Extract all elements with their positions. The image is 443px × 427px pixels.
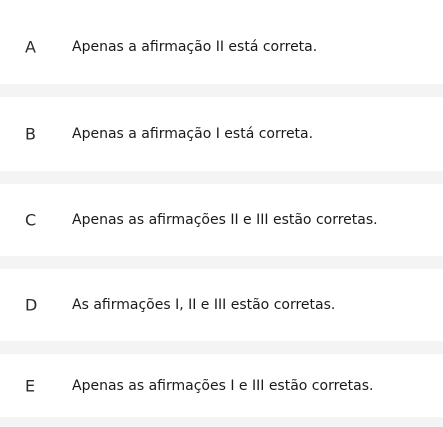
option-divider [0,84,443,97]
option-letter: D [25,295,38,315]
option-e[interactable]: E Apenas as afirmações I e III estão cor… [0,354,443,417]
option-text: Apenas as afirmações I e III estão corre… [72,377,374,394]
option-divider [0,256,443,269]
answer-options: A Apenas a afirmação II está correta. B … [0,0,443,427]
option-letter: A [25,37,36,57]
option-letter: C [25,210,37,230]
option-b[interactable]: B Apenas a afirmação I está correta. [0,97,443,171]
option-letter: E [25,376,36,395]
option-text: Apenas a afirmação II está correta. [72,39,318,55]
option-divider [0,341,443,354]
option-divider [0,417,443,427]
option-letter: B [25,124,36,144]
option-text: Apenas a afirmação I está correta. [72,126,314,142]
option-a[interactable]: A Apenas a afirmação II está correta. [0,10,443,84]
option-divider [0,171,443,184]
option-text: Apenas as afirmações II e III estão corr… [72,212,378,228]
option-c[interactable]: C Apenas as afirmações II e III estão co… [0,184,443,256]
option-d[interactable]: D As afirmações I, II e III estão corret… [0,269,443,341]
option-text: As afirmações I, II e III estão corretas… [72,297,336,313]
